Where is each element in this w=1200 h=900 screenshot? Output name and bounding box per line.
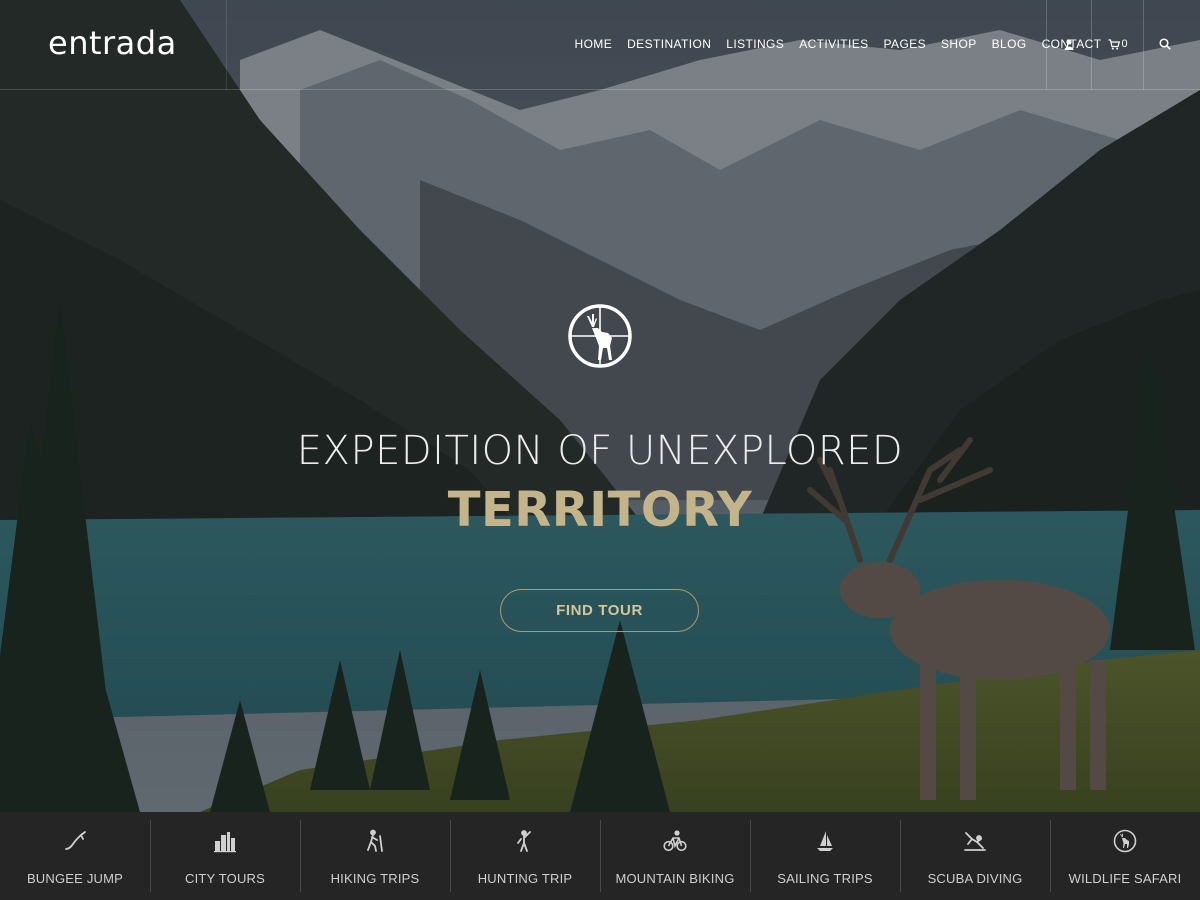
hero-background [0,0,1200,812]
account-button[interactable] [1060,34,1078,54]
header-divider [226,0,227,90]
hero-headline-highlight: TERRITORY [447,482,753,538]
cart-button[interactable]: 0 [1106,34,1130,54]
search-icon [1159,38,1171,50]
activity-label: WILDLIFE SAFARI [1068,871,1182,886]
nav-item-home[interactable]: HOME [567,36,620,52]
activity-hunting-trip[interactable]: HUNTING TRIP [450,812,600,900]
activity-label: HUNTING TRIP [477,871,573,886]
activity-mountain-biking[interactable]: MOUNTAIN BIKING [600,812,750,900]
bungee-jump-icon [62,828,88,854]
header-separator [1143,0,1144,90]
brand-logo[interactable]: entrada [48,24,177,62]
header-separator [1091,0,1092,90]
hiking-icon [362,828,388,854]
activity-label: SAILING TRIPS [777,871,873,886]
hero-headline: EXPEDITION OF UNEXPLORED [296,428,904,474]
cart-count: 0 [1121,38,1128,50]
header-separator [1046,0,1047,90]
activity-wildlife-safari[interactable]: WILDLIFE SAFARI [1050,812,1200,900]
scuba-diving-icon [962,828,988,854]
activity-label: CITY TOURS [184,871,266,886]
deer-emblem-icon [568,304,632,368]
activity-sailing-trips[interactable]: SAILING TRIPS [750,812,900,900]
hunting-icon [512,828,538,854]
activity-label: SCUBA DIVING [927,871,1023,886]
activity-scuba-diving[interactable]: SCUBA DIVING [900,812,1050,900]
site-header: entrada HOME DESTINATION LISTINGS ACTIVI… [0,0,1200,90]
activity-label: BUNGEE JUMP [26,871,124,886]
wildlife-safari-icon [1112,828,1138,854]
nav-item-activities[interactable]: ACTIVITIES [792,36,876,52]
nav-item-pages[interactable]: PAGES [876,36,933,52]
nav-item-blog[interactable]: BLOG [984,36,1034,52]
activity-bungee-jump[interactable]: BUNGEE JUMP [0,812,150,900]
nav-item-shop[interactable]: SHOP [934,36,985,52]
activity-city-tours[interactable]: CITY TOURS [150,812,300,900]
activity-label: HIKING TRIPS [330,871,420,886]
nav-item-destination[interactable]: DESTINATION [620,36,719,52]
cart-icon [1108,38,1121,50]
mountain-biking-icon [662,828,688,854]
search-button[interactable] [1156,34,1174,54]
sailing-icon [812,828,838,854]
user-icon [1064,38,1074,50]
activity-label: MOUNTAIN BIKING [615,871,735,886]
main-nav: HOME DESTINATION LISTINGS ACTIVITIES PAG… [567,36,1109,52]
nav-item-listings[interactable]: LISTINGS [719,36,792,52]
find-tour-button[interactable]: FIND TOUR [500,589,699,632]
activities-bar: BUNGEE JUMP CITY TOURS HIKING TRIPS HUNT… [0,812,1200,900]
activity-hiking-trips[interactable]: HIKING TRIPS [300,812,450,900]
city-tours-icon [212,828,238,854]
